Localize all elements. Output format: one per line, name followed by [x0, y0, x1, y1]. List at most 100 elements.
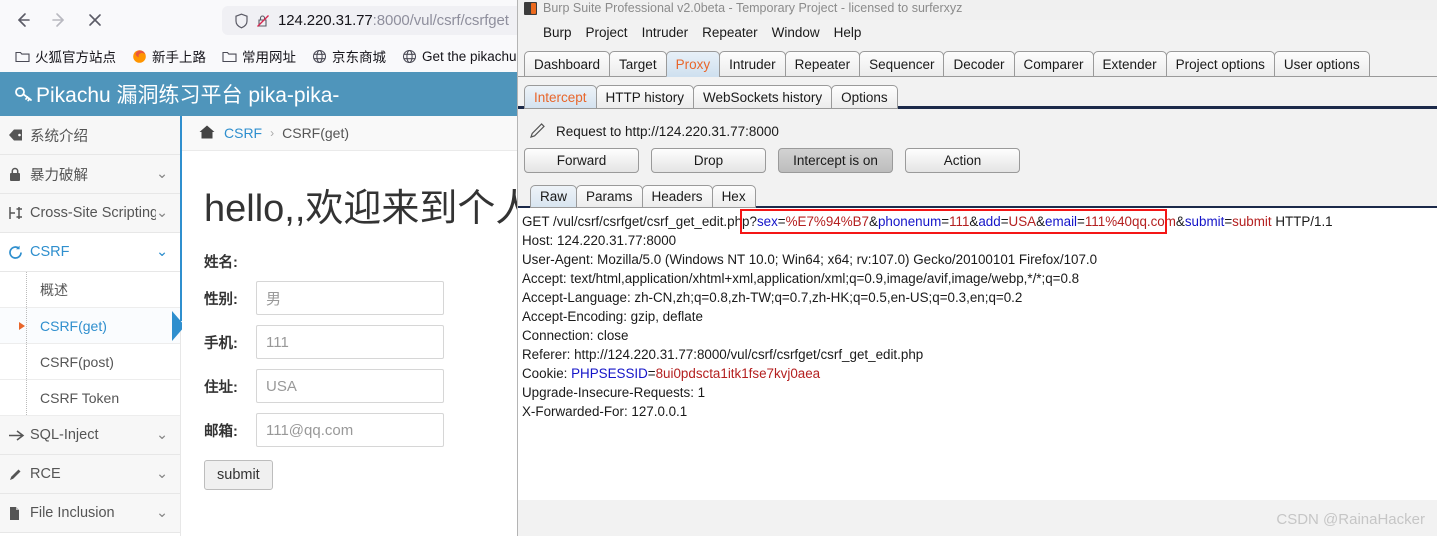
file-icon [8, 506, 30, 521]
tab-project-options[interactable]: Project options [1165, 51, 1275, 77]
tab-extender[interactable]: Extender [1092, 51, 1167, 77]
request-view-tabs: Raw Params Headers Hex [518, 183, 1437, 208]
tab-decoder[interactable]: Decoder [943, 51, 1015, 77]
param-name-add: add [978, 214, 1001, 229]
subtab-intercept[interactable]: Intercept [524, 85, 597, 109]
sidebar-item-xss[interactable]: Cross-Site Scripting ⌄ [0, 194, 180, 233]
viewtab-headers[interactable]: Headers [641, 185, 713, 208]
tab-comparer[interactable]: Comparer [1013, 51, 1094, 77]
sidebar-item-file-inclusion[interactable]: File Inclusion ⌄ [0, 494, 180, 533]
subtab-http-history[interactable]: HTTP history [595, 85, 695, 109]
tab-proxy[interactable]: Proxy [665, 51, 721, 77]
back-button[interactable] [6, 4, 40, 36]
bookmark-item[interactable]: 火狐官方站点 [8, 43, 122, 69]
tab-user-options[interactable]: User options [1273, 51, 1370, 77]
home-icon[interactable] [198, 124, 216, 143]
bookmark-item[interactable]: 新手上路 [125, 43, 212, 69]
param-name-sex: sex [756, 214, 778, 229]
chevron-down-icon[interactable]: ⌄ [156, 166, 170, 182]
firefox-icon [131, 48, 147, 64]
sex-input[interactable] [256, 281, 444, 315]
sidebar-sublabel: 概述 [40, 281, 68, 298]
sex-label: 性别: [204, 291, 238, 308]
phone-input[interactable] [256, 325, 444, 359]
viewtab-params[interactable]: Params [576, 185, 643, 208]
tree-line [26, 344, 27, 379]
request-protocol: HTTP/1.1 [1271, 214, 1333, 229]
pikachu-sidebar: 系统介绍 暴力破解 ⌄ Cross-Site Scripting ⌄ CSRF … [0, 116, 185, 536]
chevron-down-icon[interactable]: ⌄ [156, 244, 170, 260]
subtab-websockets-history[interactable]: WebSockets history [693, 85, 833, 109]
param-name-phonenum: phonenum [877, 214, 942, 229]
menu-repeater[interactable]: Repeater [695, 24, 765, 41]
tab-dashboard[interactable]: Dashboard [524, 51, 611, 77]
shield-icon[interactable] [230, 13, 252, 29]
chevron-down-icon[interactable]: ⌄ [156, 205, 170, 221]
drop-button[interactable]: Drop [651, 148, 766, 173]
request-info-row: Request to http://124.220.31.77:8000 [518, 116, 1437, 146]
bookmark-label: 常用网址 [242, 50, 296, 65]
tab-target[interactable]: Target [609, 51, 667, 77]
lock-icon [8, 167, 30, 182]
sidebar-subitem-csrf-get[interactable]: CSRF(get) [0, 308, 180, 344]
bookmark-item[interactable]: 京东商城 [305, 43, 392, 69]
bookmark-item[interactable]: 常用网址 [215, 43, 302, 69]
globe-icon [401, 48, 417, 64]
viewtab-hex[interactable]: Hex [711, 185, 756, 208]
chevron-down-icon[interactable]: ⌄ [156, 427, 170, 443]
query-sep: & [869, 214, 878, 229]
email-input[interactable] [256, 413, 444, 447]
sidebar-item-csrf[interactable]: CSRF ⌄ [0, 233, 180, 272]
menu-intruder[interactable]: Intruder [635, 24, 696, 41]
tab-sequencer[interactable]: Sequencer [859, 51, 945, 77]
nav-button-group [0, 4, 112, 36]
query-sep: & [1175, 214, 1185, 229]
bookmark-label: 京东商城 [332, 50, 386, 65]
sidebar-subitem-csrf-token[interactable]: CSRF Token [0, 380, 180, 416]
burp-proxy-subtabs: Intercept HTTP history WebSockets histor… [518, 83, 1437, 109]
header-x-forwarded-for: X-Forwarded-For: 127.0.0.1 [522, 404, 688, 419]
burp-suite-window: Burp Suite Professional v2.0beta - Tempo… [517, 0, 1437, 536]
forward-button[interactable]: Forward [524, 148, 639, 173]
sidebar-item-bruteforce[interactable]: 暴力破解 ⌄ [0, 155, 180, 194]
action-button[interactable]: Action [905, 148, 1020, 173]
intercept-toggle-button[interactable]: Intercept is on [778, 148, 893, 173]
sidebar-item-sql-inject[interactable]: SQL-Inject ⌄ [0, 416, 180, 455]
blocked-permission-icon[interactable] [252, 13, 274, 29]
sidebar-subitem-overview[interactable]: 概述 [0, 272, 180, 308]
header-user-agent: User-Agent: Mozilla/5.0 (Windows NT 10.0… [522, 252, 1098, 267]
tree-line [26, 272, 27, 307]
stop-button[interactable] [78, 4, 112, 36]
sidebar-subitem-csrf-post[interactable]: CSRF(post) [0, 344, 180, 380]
sidebar-item-rce[interactable]: RCE ⌄ [0, 455, 180, 494]
caret-right-icon [19, 321, 25, 330]
sidebar-item-intro[interactable]: 系统介绍 [0, 116, 180, 155]
subtab-options[interactable]: Options [831, 85, 898, 109]
submit-button[interactable]: submit [204, 460, 273, 490]
folder-icon [221, 48, 237, 64]
bookmark-label: 新手上路 [152, 50, 206, 65]
header-accept-language: Accept-Language: zh-CN,zh;q=0.8,zh-TW;q=… [522, 290, 1023, 305]
pencil-icon [528, 120, 548, 143]
burp-title-bar: Burp Suite Professional v2.0beta - Tempo… [518, 0, 1437, 20]
menu-window[interactable]: Window [765, 24, 827, 41]
viewtab-raw[interactable]: Raw [530, 185, 578, 208]
bookmark-item[interactable]: Get the pikachu [395, 45, 523, 67]
forward-button[interactable] [42, 4, 76, 36]
chevron-down-icon[interactable]: ⌄ [156, 505, 170, 521]
pikachu-title: Pikachu 漏洞练习平台 pika-pika- [36, 84, 340, 107]
chevron-down-icon[interactable]: ⌄ [156, 466, 170, 482]
breadcrumb-separator: › [270, 126, 275, 140]
address-input[interactable] [256, 369, 444, 403]
menu-burp[interactable]: Burp [536, 24, 579, 41]
menu-project[interactable]: Project [579, 24, 635, 41]
tab-repeater[interactable]: Repeater [784, 51, 861, 77]
url-text[interactable]: 124.220.31.77:8000/vul/csrf/csrfget [274, 12, 509, 29]
header-upgrade-insecure-requests: Upgrade-Insecure-Requests: 1 [522, 385, 706, 400]
globe-icon [311, 48, 327, 64]
request-editor[interactable]: GET /vul/csrf/csrfget/csrf_get_edit.php?… [518, 208, 1437, 500]
breadcrumb-root[interactable]: CSRF [224, 125, 262, 141]
tab-intruder[interactable]: Intruder [719, 51, 786, 77]
request-method-path: GET /vul/csrf/csrfget/csrf_get_edit.php [522, 214, 750, 229]
menu-help[interactable]: Help [827, 24, 869, 41]
